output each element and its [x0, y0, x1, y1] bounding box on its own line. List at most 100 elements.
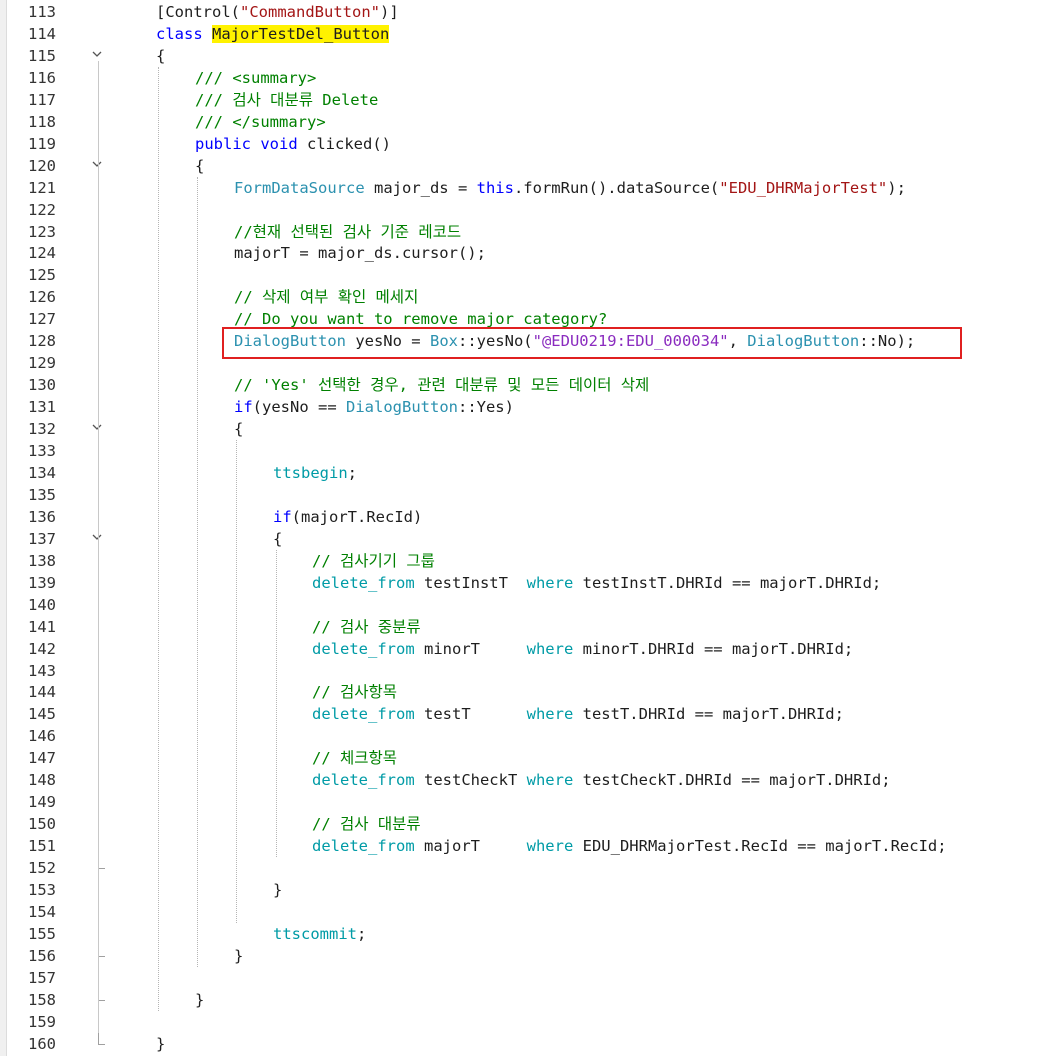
line-number: 150 [28, 815, 56, 834]
code-line[interactable]: 158} [0, 988, 1063, 1011]
code-line[interactable]: 123 //현재 선택된 검사 기준 레코드 [0, 221, 1063, 243]
chevron-down-icon[interactable] [92, 532, 102, 542]
line-number: 135 [28, 485, 56, 504]
code-line[interactable]: 144 // 검사항목 [0, 681, 1063, 703]
code-line[interactable]: 133 [0, 440, 1063, 462]
code-token: , [728, 332, 748, 351]
code-line[interactable]: 148 delete_from testCheckT where testChec… [0, 769, 1063, 791]
line-number: 151 [28, 837, 56, 856]
code-line[interactable]: 150 // 검사 대분류 [0, 813, 1063, 835]
code-line[interactable]: 159 [0, 1011, 1063, 1033]
code-token: delete_from [312, 705, 415, 724]
code-line[interactable]: 131 if(yesNo == DialogButton::Yes) [0, 396, 1063, 418]
code-text: { [234, 418, 243, 440]
code-token: where [526, 837, 574, 856]
code-text: /// <summary> [195, 67, 316, 89]
code-token: public [195, 134, 251, 153]
code-token: } [234, 946, 244, 965]
code-token: // 검사 중분류 [312, 617, 421, 636]
indent-guide [276, 549, 277, 858]
code-line[interactable]: 115 { [0, 45, 1063, 67]
code-line[interactable]: 157 [0, 967, 1063, 989]
code-line[interactable]: 142 delete_from minorT where minorT.DHRId… [0, 638, 1063, 660]
code-line[interactable]: 126 // 삭제 여부 확인 메세지 [0, 286, 1063, 308]
code-token: testCheckT.DHRId == majorT.DHRId; [573, 771, 891, 790]
chevron-down-icon[interactable] [92, 159, 102, 169]
code-token: EDU_DHRMajorTest.RecId == majorT.RecId; [573, 837, 947, 856]
code-line[interactable]: 153} [0, 879, 1063, 901]
code-line[interactable]: 160} [0, 1032, 1063, 1055]
code-text: //현재 선택된 검사 기준 레코드 [234, 221, 461, 243]
code-line[interactable]: 117 /// 검사 대분류 Delete [0, 89, 1063, 111]
code-text: // 체크항목 [312, 747, 397, 769]
code-line[interactable]: 132 { [0, 418, 1063, 440]
code-line[interactable]: 141 // 검사 중분류 [0, 616, 1063, 638]
code-text: } [234, 945, 243, 967]
code-line[interactable]: 149 [0, 791, 1063, 813]
code-token: ttsbegin [273, 463, 348, 482]
line-number: 154 [28, 902, 56, 921]
code-line[interactable]: 140 [0, 594, 1063, 616]
code-text: /// </summary> [195, 111, 326, 133]
code-line[interactable]: 113 [Control("CommandButton")] [0, 1, 1063, 23]
code-token: testT.DHRId == majorT.DHRId; [573, 705, 844, 724]
code-line[interactable]: 134 ttsbegin; [0, 462, 1063, 484]
code-token: DialogButton [346, 398, 458, 417]
code-token: delete_from [312, 639, 415, 658]
code-line[interactable]: 137 { [0, 528, 1063, 550]
code-text: delete_from minorT where minorT.DHRId ==… [312, 638, 853, 660]
code-line[interactable]: 145 delete_from testT where testT.DHRId =… [0, 703, 1063, 725]
code-line[interactable]: 114 class MajorTestDel_Button [0, 23, 1063, 45]
code-line[interactable]: 135 [0, 484, 1063, 506]
code-line[interactable]: 121 FormDataSource major_ds = this.formRu… [0, 177, 1063, 199]
code-line[interactable]: 154 [0, 901, 1063, 923]
code-line[interactable]: 143 [0, 660, 1063, 682]
code-line[interactable]: 122 [0, 199, 1063, 221]
code-token: Box [429, 332, 458, 351]
code-token: where [526, 705, 574, 724]
indent-guide [197, 176, 198, 967]
code-line[interactable]: 147 // 체크항목 [0, 747, 1063, 769]
code-line[interactable]: 139 delete_from testInstT where testInstT… [0, 572, 1063, 594]
chevron-down-icon[interactable] [92, 49, 102, 59]
code-line[interactable]: 130 // 'Yes' 선택한 경우, 관련 대분류 및 모든 데이터 삭제 [0, 374, 1063, 396]
code-token: FormDataSource [234, 178, 365, 197]
code-line[interactable]: 151 delete_from majorT where EDU_DHRMajor… [0, 835, 1063, 857]
code-line[interactable]: 152 [0, 857, 1063, 879]
chevron-down-icon[interactable] [92, 422, 102, 432]
highlighted-identifier: MajorTestDel_Button [212, 24, 390, 43]
code-line[interactable]: 155 ttscommit; [0, 923, 1063, 945]
code-line[interactable]: 118 /// </summary> [0, 111, 1063, 133]
code-line[interactable]: 156} [0, 944, 1063, 967]
code-text: // 검사기기 그룹 [312, 550, 435, 572]
code-token: ::Yes) [457, 398, 514, 417]
code-line[interactable]: 128 DialogButton yesNo = Box::yesNo("@EDU… [0, 330, 1063, 352]
code-line[interactable]: 119 public void clicked() [0, 133, 1063, 155]
line-number: 118 [28, 112, 56, 131]
code-line[interactable]: 120 { [0, 155, 1063, 177]
code-token: // 체크항목 [312, 749, 398, 768]
line-number: 141 [28, 617, 56, 636]
code-token: /// </summary> [195, 112, 326, 131]
code-line[interactable]: 129 [0, 352, 1063, 374]
code-text: { [156, 45, 165, 67]
code-token: DialogButton [747, 332, 860, 351]
code-text: // 검사 대분류 [312, 813, 421, 835]
code-line[interactable]: 146 [0, 725, 1063, 747]
code-text: [Control("CommandButton")] [156, 1, 399, 23]
code-text: { [273, 528, 282, 550]
code-line[interactable]: 125 [0, 264, 1063, 286]
code-text: // 검사항목 [312, 681, 397, 703]
line-number: 120 [28, 156, 56, 175]
indent-guide [236, 440, 237, 923]
code-token: ; [347, 463, 357, 482]
code-line[interactable]: 116 /// <summary> [0, 67, 1063, 89]
code-editor[interactable]: 113 [Control("CommandButton")] 114 class Ma… [0, 0, 1063, 1056]
code-text: if(majorT.RecId) [273, 506, 422, 528]
code-text: delete_from testCheckT where testCheckT.… [312, 769, 891, 791]
code-line[interactable]: 136 if(majorT.RecId) [0, 506, 1063, 528]
code-line[interactable]: 127 // Do you want to remove major catego… [0, 308, 1063, 330]
code-line[interactable]: 138 // 검사기기 그룹 [0, 550, 1063, 572]
line-number: 156 [28, 946, 56, 965]
code-line[interactable]: 124 majorT = major_ds.cursor(); [0, 242, 1063, 264]
